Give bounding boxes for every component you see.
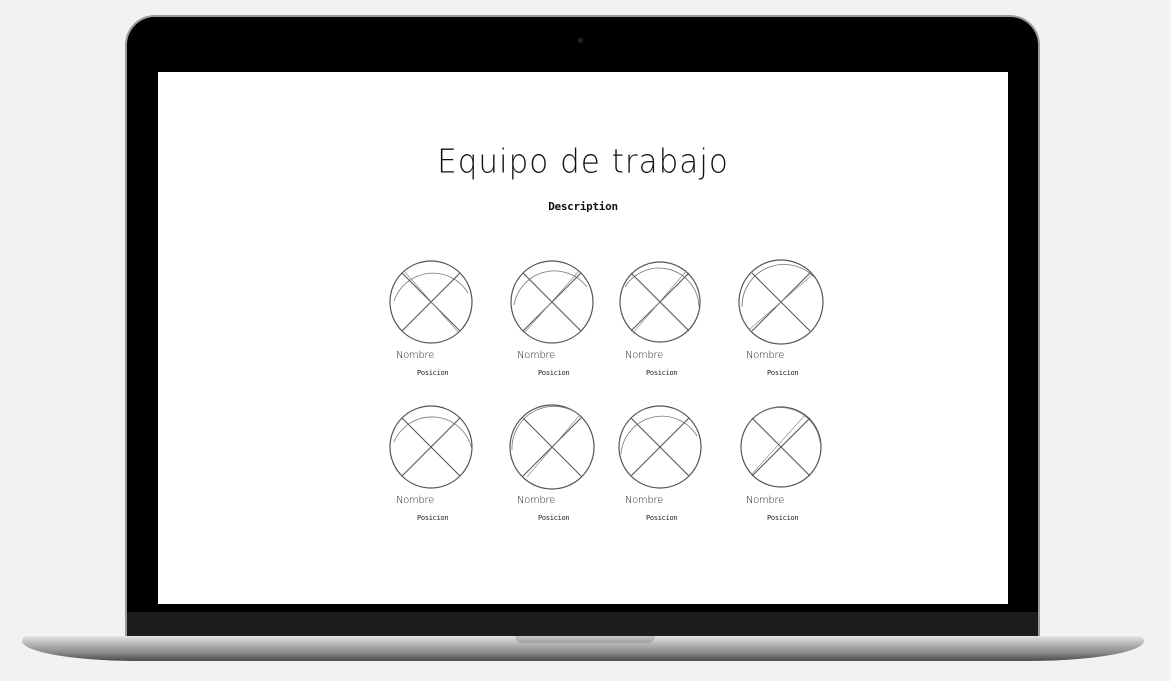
member-name: Nombre — [746, 495, 784, 506]
placeholder-x-icon — [389, 405, 473, 489]
page-description: Description — [548, 200, 618, 213]
team-member-card[interactable]: Nombre Posicion — [509, 402, 609, 532]
placeholder-x-icon — [509, 404, 595, 490]
member-name: Nombre — [517, 495, 555, 506]
placeholder-x-icon — [738, 259, 824, 345]
member-name: Nombre — [625, 495, 663, 506]
placeholder-x-icon — [740, 406, 822, 488]
member-name: Nombre — [396, 495, 434, 506]
team-member-card[interactable]: Nombre Posicion — [509, 257, 609, 387]
placeholder-x-icon — [510, 260, 594, 344]
camera-icon — [578, 38, 583, 43]
team-member-card[interactable]: Nombre Posicion — [738, 402, 838, 532]
laptop-base-notch — [515, 636, 655, 643]
team-member-card[interactable]: Nombre Posicion — [617, 402, 717, 532]
member-position: Posicion — [646, 514, 678, 522]
team-member-card[interactable]: Nombre Posicion — [388, 402, 488, 532]
page-title: Equipo de trabajo — [437, 143, 729, 181]
member-position: Posicion — [538, 369, 570, 377]
member-name: Nombre — [746, 350, 784, 361]
member-name: Nombre — [625, 350, 663, 361]
team-member-card[interactable]: Nombre Posicion — [617, 257, 717, 387]
member-position: Posicion — [417, 514, 449, 522]
member-position: Posicion — [417, 369, 449, 377]
wireframe-screen: Equipo de trabajo Description Nombre Pos… — [158, 72, 1008, 604]
laptop-bezel-bottom — [127, 612, 1038, 638]
member-position: Posicion — [538, 514, 570, 522]
member-name: Nombre — [396, 350, 434, 361]
team-member-card[interactable]: Nombre Posicion — [738, 257, 838, 387]
placeholder-x-icon — [618, 405, 702, 489]
team-member-card[interactable]: Nombre Posicion — [388, 257, 488, 387]
member-position: Posicion — [767, 369, 799, 377]
member-name: Nombre — [517, 350, 555, 361]
placeholder-x-icon — [619, 261, 701, 343]
placeholder-x-icon — [389, 260, 473, 344]
member-position: Posicion — [767, 514, 799, 522]
member-position: Posicion — [646, 369, 678, 377]
